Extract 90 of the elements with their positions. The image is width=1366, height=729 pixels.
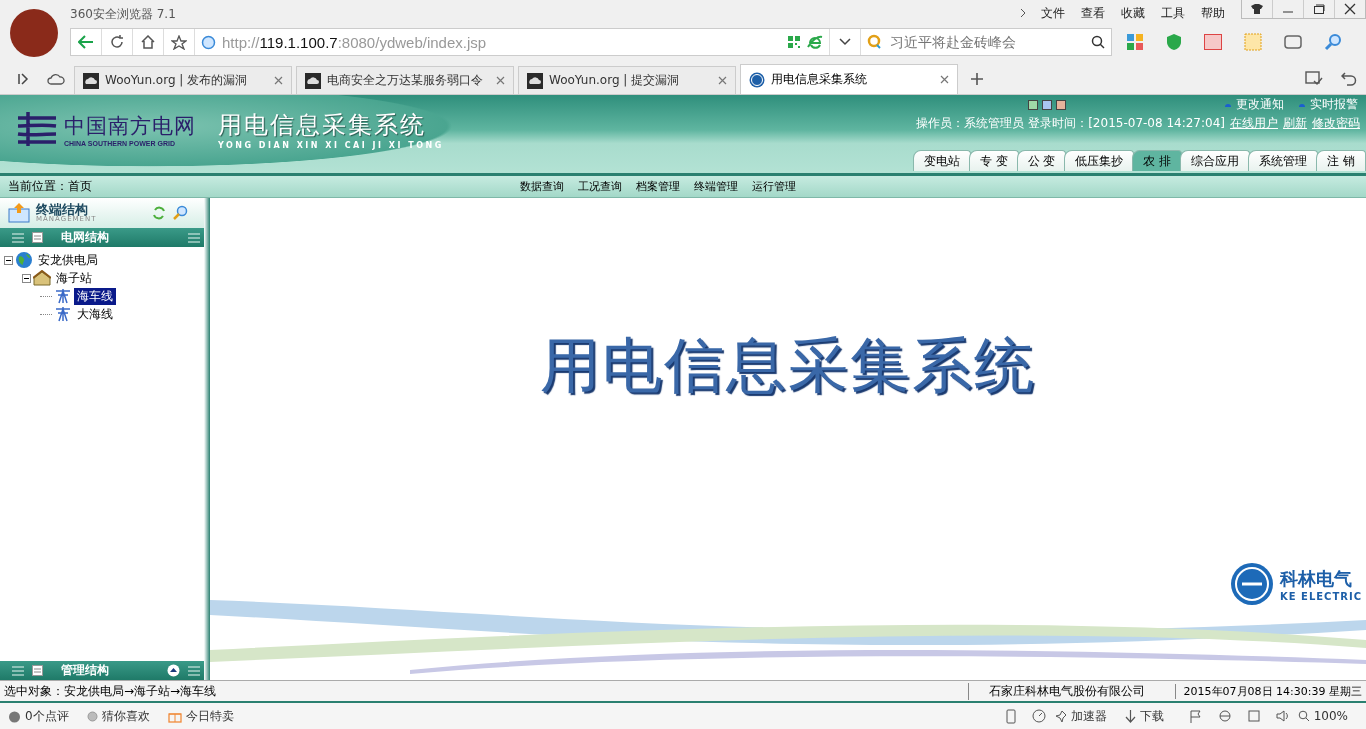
alarm-light-icon [1224, 101, 1232, 108]
zoom-icon [1297, 710, 1310, 722]
splitter-handle[interactable] [204, 198, 210, 680]
terminal-structure-icon [8, 203, 30, 223]
browser-tab[interactable]: WooYun.org | 提交漏洞 [518, 66, 736, 94]
layout-icon[interactable] [1042, 99, 1052, 110]
submenu-item[interactable]: 数据查询 [520, 179, 564, 194]
panel-header[interactable]: 电网结构 [0, 228, 204, 247]
selection-status: 选中对象：安龙供电局→海子站→海车线 [3, 682, 218, 700]
submenu-item[interactable]: 运行管理 [752, 179, 796, 194]
expand-up-icon[interactable] [167, 664, 180, 677]
menu-item[interactable]: 收藏 [1121, 4, 1145, 22]
power-tower-icon [54, 306, 72, 322]
company-logo-text: 科林电气 [1280, 566, 1353, 591]
menu-item[interactable]: 帮助 [1201, 4, 1225, 22]
submenu-item[interactable]: 档案管理 [636, 179, 680, 194]
browser-tab[interactable]: 用电信息采集系统 [740, 64, 958, 94]
window-title: 360安全浏览器 7.1 [70, 5, 176, 23]
document-icon [32, 232, 43, 243]
shield-icon[interactable] [1166, 33, 1182, 51]
company-name: 石家庄科林电气股份有限公司 [967, 682, 1175, 700]
nav-tab[interactable]: 农 排 [1132, 150, 1183, 171]
address-field[interactable]: http://119.1.100.7:8080/ydweb/index.jsp [195, 29, 830, 55]
tree-expander-icon[interactable] [4, 255, 13, 265]
house-icon [33, 270, 51, 286]
status-bar-item[interactable]: 加速器 [1053, 707, 1107, 725]
menu-item[interactable]: 文件 [1041, 4, 1065, 22]
globe-icon [201, 34, 216, 50]
submenu-item[interactable]: 工况查询 [578, 179, 622, 194]
document-icon [32, 665, 43, 676]
ke-logo-icon [749, 71, 765, 88]
tree-expander-icon[interactable] [22, 273, 31, 283]
alarm-light-icon [1298, 101, 1306, 108]
operator-info: 操作员：系统管理员 登录时间：[2015-07-08 14:27:04] [916, 115, 1225, 132]
cloud-favicon-icon [305, 72, 321, 89]
menu-icon[interactable] [188, 665, 200, 676]
cloud-favicon-icon [527, 72, 543, 89]
power-grid-logo-icon [16, 110, 58, 148]
avatar-placeholder[interactable] [10, 9, 58, 57]
nav-tab[interactable]: 注 销 [1316, 150, 1366, 171]
comment-icon [8, 709, 21, 723]
browser-tab[interactable]: 电商安全之万达某服务弱口令 [296, 66, 514, 94]
status-datetime: 2015年07月08日 14:30:39 星期三 [1174, 683, 1366, 699]
main-title: 用电信息采集系统 [540, 329, 1036, 402]
menu-icon[interactable] [188, 232, 200, 243]
cloud-favicon-icon [83, 72, 99, 89]
qr-code-icon[interactable] [787, 35, 801, 49]
nav-tab[interactable]: 公 变 [1016, 150, 1067, 171]
status-bar-item[interactable]: 猜你喜欢 [86, 707, 150, 725]
menu-icon[interactable] [12, 232, 24, 243]
panel-header[interactable]: 管理结构 [0, 661, 204, 680]
company-logo-subtitle: KE ELECTRIC [1280, 590, 1362, 602]
tree-item[interactable]: 海车线 [74, 287, 116, 305]
nav-tab[interactable]: 专 变 [968, 150, 1019, 171]
menu-item[interactable]: 查看 [1081, 4, 1105, 22]
layout-icon[interactable] [1056, 99, 1066, 110]
ie-icon[interactable] [807, 35, 823, 49]
system-subtitle: YONG DIAN XIN XI CAI JI XI TONG [218, 140, 444, 150]
globe-icon [15, 251, 33, 269]
tree-item[interactable]: 海子站 [53, 269, 95, 287]
nav-tab[interactable]: 低压集抄 [1064, 150, 1135, 171]
logo-text: 中国南方电网 [64, 112, 196, 140]
tree-item[interactable]: 安龙供电局 [35, 251, 101, 269]
search-field[interactable]: 习近平将赴金砖峰会 [888, 33, 1088, 51]
layout-icon[interactable] [1028, 99, 1038, 110]
submenu-item[interactable]: 终端管理 [694, 179, 738, 194]
status-bar-item[interactable]: 下载 [1124, 707, 1164, 725]
breadcrumb: 当前位置：首页 [7, 178, 93, 195]
chevron-icon[interactable] [1019, 8, 1027, 18]
tree-item[interactable]: 大海线 [74, 305, 116, 323]
nav-tab[interactable]: 系统管理 [1248, 150, 1319, 171]
power-tower-icon [54, 288, 72, 304]
nav-tab[interactable]: 综合应用 [1180, 150, 1251, 171]
menu-icon[interactable] [12, 665, 24, 676]
ke-logo-icon [1230, 562, 1274, 606]
status-bar-item[interactable]: 100% [1297, 709, 1348, 723]
dot-icon [86, 710, 98, 722]
status-bar-item[interactable]: 今日特卖 [167, 707, 234, 725]
menu-item[interactable]: 工具 [1161, 4, 1185, 22]
download-icon [1124, 709, 1136, 723]
nav-tab[interactable]: 变电站 [912, 150, 971, 171]
search-icon[interactable] [1091, 35, 1105, 49]
system-title: 用电信息采集系统 [218, 109, 427, 141]
browser-tab[interactable]: WooYun.org | 发布的漏洞 [74, 66, 292, 94]
status-bar-item[interactable]: 0个点评 [8, 707, 69, 725]
refresh-icon[interactable] [152, 206, 166, 220]
alert-link[interactable]: 实时报警 [1310, 96, 1358, 113]
magnifier-icon[interactable] [1324, 33, 1342, 51]
sidebar-title: 终端结构 [36, 203, 88, 216]
apps-icon[interactable] [1126, 33, 1144, 51]
